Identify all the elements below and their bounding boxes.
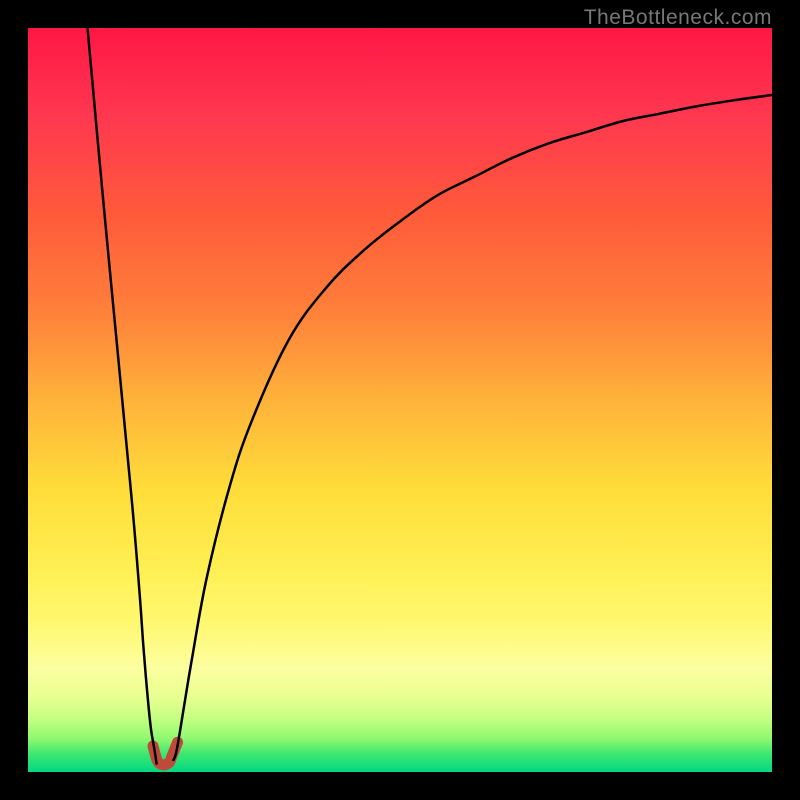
chart-area: [28, 28, 772, 772]
chart-svg: [28, 28, 772, 772]
watermark-text: TheBottleneck.com: [584, 6, 772, 30]
gradient-background: [28, 28, 772, 772]
